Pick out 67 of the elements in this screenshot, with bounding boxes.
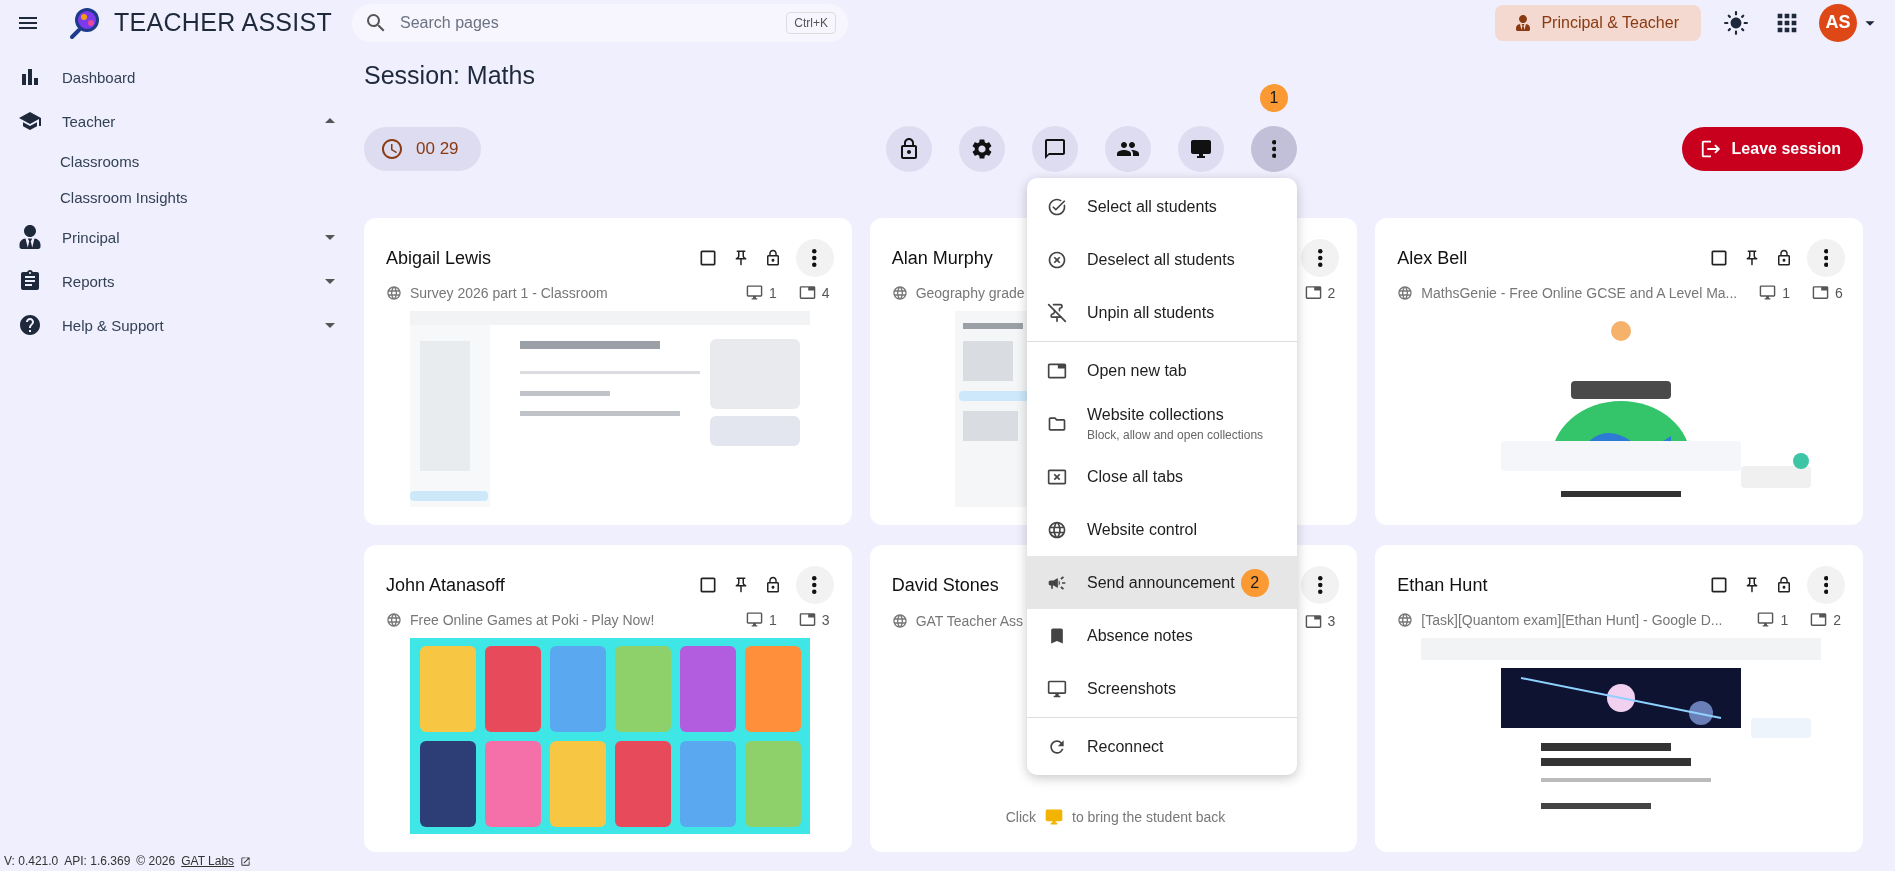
tab-count: 6: [1835, 284, 1843, 301]
role-chip[interactable]: Principal & Teacher: [1495, 4, 1701, 41]
screen-count: 1: [1782, 284, 1791, 301]
menu-label: Screenshots: [1087, 679, 1176, 698]
brand-name: TEACHER ASSIST: [114, 8, 333, 37]
menu-item[interactable]: Select all students: [1027, 180, 1297, 233]
menu-label: Deselect all students: [1087, 250, 1235, 269]
menu-item[interactable]: Open new tab: [1027, 344, 1297, 397]
menu-label: Absence notes: [1087, 626, 1193, 645]
menu-item[interactable]: Absence notes: [1027, 609, 1297, 662]
step-badge: 2: [1240, 568, 1269, 597]
menu-label: Send announcement: [1087, 573, 1235, 592]
menu-label: Website collections: [1087, 405, 1225, 424]
student-name: Alan Murphy: [891, 247, 993, 269]
student-name: David Stones: [891, 574, 999, 596]
session-title: Session: Maths: [364, 61, 536, 91]
student-name: John Atanasoff: [386, 574, 505, 596]
student-name: Alex Bell: [1397, 247, 1468, 269]
leave-session-button[interactable]: Leave session: [1681, 127, 1863, 171]
menu-label: Reconnect: [1087, 737, 1164, 756]
version-text: V: 0.421.0: [4, 854, 59, 868]
sidebar-item[interactable]: Help & Support: [0, 303, 356, 347]
menu-item[interactable]: Send announcement 2: [1027, 556, 1297, 609]
hint-text: to bring the student back: [1072, 808, 1226, 825]
copyright-text: © 2026: [136, 854, 176, 868]
tab-count: 3: [1327, 613, 1336, 629]
page-title: Survey 2026 part 1 - Classroom: [410, 284, 609, 301]
menu-label: Close all tabs: [1087, 467, 1184, 486]
timer-chip: 00 29: [364, 127, 481, 171]
menu-item[interactable]: Deselect all students: [1027, 233, 1297, 286]
page-title: MathsGenie - Free Online GCSE and A Level Ma...: [1421, 284, 1738, 301]
page-title: [Task][Quantom exam][Ethan Hunt] - Google D...: [1421, 611, 1724, 628]
menu-item[interactable]: Website collections Block, allow and open collections: [1027, 397, 1297, 450]
menu-item[interactable]: Reconnect: [1027, 720, 1297, 773]
sidebar-item[interactable]: Reports: [0, 259, 356, 303]
page-title: Geography grade: [915, 284, 1026, 301]
sidebar-subitem[interactable]: Classroom Insights: [0, 179, 356, 215]
hint-text: Click: [1005, 808, 1036, 825]
student-name: Abigail Lewis: [386, 247, 492, 269]
page-title: GAT Teacher Ass: [915, 613, 1025, 629]
company-link[interactable]: GAT Labs: [181, 854, 235, 868]
page-title: Free Online Games at Poki - Play Now!: [410, 611, 656, 628]
sidebar-item[interactable]: Dashboard: [0, 55, 356, 99]
tab-count: 2: [1833, 611, 1841, 628]
menu-label: Unpin all students: [1087, 303, 1215, 322]
screen-count: 1: [769, 611, 777, 628]
sidebar-subitem[interactable]: Classrooms: [0, 143, 356, 179]
avatar[interactable]: AS: [1819, 3, 1857, 42]
step-badge: 1: [1260, 84, 1288, 112]
menu-item[interactable]: Website control: [1027, 503, 1297, 556]
student-name: Ethan Hunt: [1397, 574, 1488, 596]
tab-count: 3: [821, 611, 830, 628]
sidebar-item[interactable]: Principal: [0, 215, 356, 259]
menu-item[interactable]: Unpin all students: [1027, 286, 1297, 339]
menu-item[interactable]: Screenshots: [1027, 662, 1297, 715]
screen-count: 1: [1780, 611, 1789, 628]
tab-count: 4: [821, 284, 830, 301]
menu-label: Select all students: [1087, 197, 1217, 216]
menu-hint: Block, allow and open collections: [1087, 427, 1264, 442]
shortcut-hint: Ctrl+K: [786, 11, 836, 34]
menu-item[interactable]: Close all tabs: [1027, 450, 1297, 503]
screen-count: 1: [769, 284, 777, 301]
menu-label: Website control: [1087, 520, 1197, 539]
api-version-text: API: 1.6.369: [64, 854, 131, 868]
tab-count: 2: [1327, 284, 1336, 301]
menu-label: Open new tab: [1087, 361, 1187, 380]
sidebar-item[interactable]: Teacher: [0, 99, 356, 143]
